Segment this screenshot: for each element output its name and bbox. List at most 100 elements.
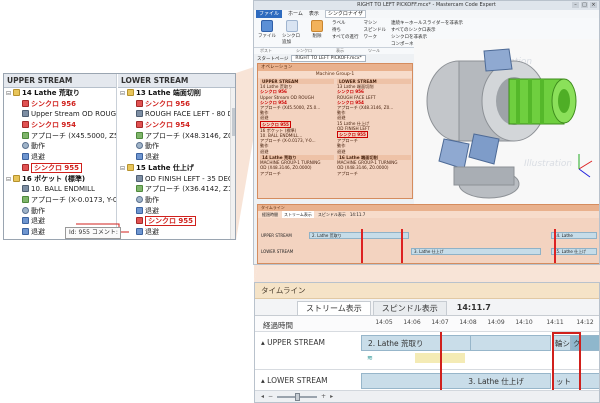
elapsed-label: 経過時間 — [263, 321, 293, 330]
small-tab-spindle[interactable]: スピンドル表示 — [318, 211, 346, 218]
small-timeline-tabs: 経過時間 ストリーム表示 スピンドル表示 14:11.7 — [258, 211, 599, 218]
ribbon-spindle-item[interactable]: スピンドル — [364, 27, 387, 33]
ribbon-hide-slider-item[interactable]: 連続キーホールスライダーを非表示 — [391, 20, 463, 26]
time-tick: 14:10 — [515, 319, 533, 326]
operation-bar[interactable]: 2. Lathe 荒取り — [361, 335, 471, 351]
operation-manager: オペレーション Machine Group-1 UPPER STREAM 14 … — [257, 63, 413, 199]
opmgr-line[interactable]: アプローチ — [260, 171, 334, 176]
ribbon-show-all-sync-item[interactable]: すべてのシンクロ表示 — [391, 27, 463, 33]
window-controls: – □ × — [572, 2, 597, 8]
small-timeline: タイムライン 経過時間 ストリーム表示 スピンドル表示 14:11.7 UPPE… — [257, 204, 599, 264]
ribbon-all-progress-item[interactable]: すべての進行 — [332, 34, 359, 40]
zoom-slider-knob[interactable] — [295, 392, 301, 401]
sync-add-icon — [286, 20, 298, 32]
group-post: ポスト — [260, 48, 272, 53]
opmgr-upper-bottom: 14 Lathe 荒取り MACHINE GROUP-1 TURNING OD … — [260, 155, 334, 176]
menu-synchronizer[interactable]: シンクロナイザ — [324, 10, 366, 18]
ribbon-machine-item[interactable]: マシン — [364, 20, 387, 26]
minimize-icon[interactable]: – — [572, 2, 579, 8]
time-tick: 14:12 — [576, 319, 594, 326]
small-lane-lower: LOWER STREAM 3. Lathe 仕上げ 15. Lathe 仕上げ — [261, 247, 597, 261]
opmgr-line[interactable]: アプローチ — [337, 171, 411, 176]
lane-name: ▴ UPPER STREAM — [261, 338, 325, 347]
tab-stream-view[interactable]: ストリーム表示 — [297, 301, 371, 315]
sync-marker[interactable] — [361, 229, 363, 263]
opmgr-line-selected[interactable]: シンクロ 955 — [260, 120, 291, 128]
zoom-wedge-timeline — [254, 265, 600, 282]
small-lane-bar[interactable]: 15. Lathe 仕上げ — [551, 248, 597, 255]
ribbon-small-group-2: マシン スピンドル ワーク — [364, 20, 387, 40]
post-icon — [261, 20, 273, 32]
menu-bar: ファイル ホーム 表示 シンクロナイザ — [254, 10, 599, 18]
time-tick: 14:07 — [431, 319, 449, 326]
opmgr-upper-pane: UPPER STREAM 14 Lathe 荒取り シンクロ 956 Upper… — [260, 79, 334, 154]
ribbon-work-item[interactable]: ワーク — [364, 34, 387, 40]
small-lane-bar[interactable]: 2. Lathe 荒取り — [309, 232, 409, 239]
close-icon[interactable]: × — [590, 2, 597, 8]
operation-bar-empty[interactable] — [361, 373, 441, 389]
ribbon-delete-button[interactable]: 削除 — [307, 20, 327, 39]
delete-icon — [311, 20, 323, 32]
lane-name: ▴ LOWER STREAM — [261, 376, 328, 385]
sync-link-lines — [76, 223, 129, 233]
motion-icon: ≋ — [367, 354, 373, 362]
maximize-icon[interactable]: □ — [581, 2, 588, 8]
time-tick: 14:05 — [375, 319, 393, 326]
small-lane-bar[interactable]: 3. Lathe 仕上げ — [411, 248, 541, 255]
ribbon-add-sync-button[interactable]: シンクロ追加 — [282, 20, 302, 45]
graphics-viewport[interactable]: Illustration Illustration Illustration — [414, 39, 599, 204]
zoom-in-icon[interactable]: + — [321, 393, 326, 400]
ribbon-file-button[interactable]: ファイル — [257, 20, 277, 39]
timeline-clock: 14:11.7 — [456, 303, 491, 312]
menu-home[interactable]: ホーム — [288, 10, 303, 18]
menu-file[interactable]: ファイル — [256, 10, 283, 18]
menu-view[interactable]: 表示 — [309, 10, 319, 18]
ribbon-label-item[interactable]: ラベル — [332, 20, 359, 26]
timeline-title: タイムライン — [255, 283, 599, 299]
small-timeline-clock: 14:11.7 — [349, 212, 366, 217]
opmgr-line[interactable]: 退避 — [337, 149, 411, 154]
app-window: RIGHT TO LEFT PICKOFF.mcx* - Mastercam C… — [253, 0, 600, 265]
group-tool: ツール — [368, 48, 380, 53]
sync-marker[interactable] — [554, 229, 556, 263]
tab-spindle-view[interactable]: スピンドル表示 — [372, 301, 447, 315]
sync-marker[interactable] — [401, 229, 403, 263]
ribbon-wait-item[interactable]: 待ち — [332, 27, 359, 33]
operation-bar-empty[interactable] — [471, 335, 551, 351]
timeline-axis: 経過時間 14:05 14:06 14:07 14:08 14:09 14:10… — [255, 316, 599, 332]
opmgr-line-selected[interactable]: シンクロ 955 — [337, 131, 368, 139]
opmgr-header: オペレーション — [258, 64, 412, 71]
timeline-zoom: タイムライン ストリーム表示 スピンドル表示 14:11.7 経過時間 14:0… — [254, 282, 600, 403]
group-view: 表示 — [336, 48, 344, 53]
time-tick: 14:06 — [403, 319, 421, 326]
small-lane-upper: UPPER STREAM 2. Lathe 荒取り 14. Lathe — [261, 231, 597, 245]
zoom-slider[interactable] — [277, 392, 318, 401]
group-sync: シンクロ — [296, 48, 312, 53]
small-lane-name: UPPER STREAM — [261, 233, 292, 238]
time-tick: 14:11 — [546, 319, 564, 326]
opmgr-line[interactable]: 退避 — [260, 149, 334, 154]
opmgr-lower-bottom: 16 Lathe 端面切削 MACHINE GROUP-1 TURNING OD… — [337, 155, 411, 176]
document-combo[interactable]: RIGHT TO LEFT PICKOFF.mcx* — [291, 55, 366, 62]
zoom-out-icon[interactable]: − — [268, 393, 273, 400]
machine-group-label: Machine Group-1 — [258, 71, 412, 78]
opmgr-lower-pane: LOWER STREAM 13 Lathe 端面切削 シンクロ 956 ROUG… — [337, 79, 411, 154]
operation-bar[interactable]: 3. Lathe 仕上げ — [441, 373, 551, 389]
sync-tooltip: Id: 955 コメント: — [65, 227, 121, 239]
zoom-left-icon[interactable]: ◂ — [261, 393, 264, 400]
small-lane-bar[interactable]: 14. Lathe — [551, 232, 597, 239]
small-tab-stream[interactable]: ストリーム表示 — [282, 211, 314, 218]
time-tick: 14:09 — [487, 319, 505, 326]
title-bar: RIGHT TO LEFT PICKOFF.mcx* - Mastercam C… — [254, 1, 599, 10]
timeline-tabs: ストリーム表示 スピンドル表示 14:11.7 — [255, 299, 599, 316]
ribbon-small-group-1: ラベル 待ち すべての進行 — [332, 20, 359, 40]
lane-upper-stream: ▴ UPPER STREAM 2. Lathe 荒取り 輪シ ク ≋ — [255, 332, 599, 370]
stream-tree-zoom: UPPER STREAM ⊟ 14 Lathe 荒取り シンクロ 956 Upper … — [3, 73, 236, 240]
small-timeline-axis — [258, 218, 599, 224]
part-model — [426, 48, 593, 199]
small-tab-label: 経過時間 — [262, 212, 278, 217]
timeline-footer: ◂ − + ▸ — [255, 390, 599, 402]
start-page-tab[interactable]: スタートページ — [257, 56, 288, 62]
window-title: RIGHT TO LEFT PICKOFF.mcx* - Mastercam C… — [357, 2, 496, 8]
zoom-right-icon[interactable]: ▸ — [330, 393, 333, 400]
